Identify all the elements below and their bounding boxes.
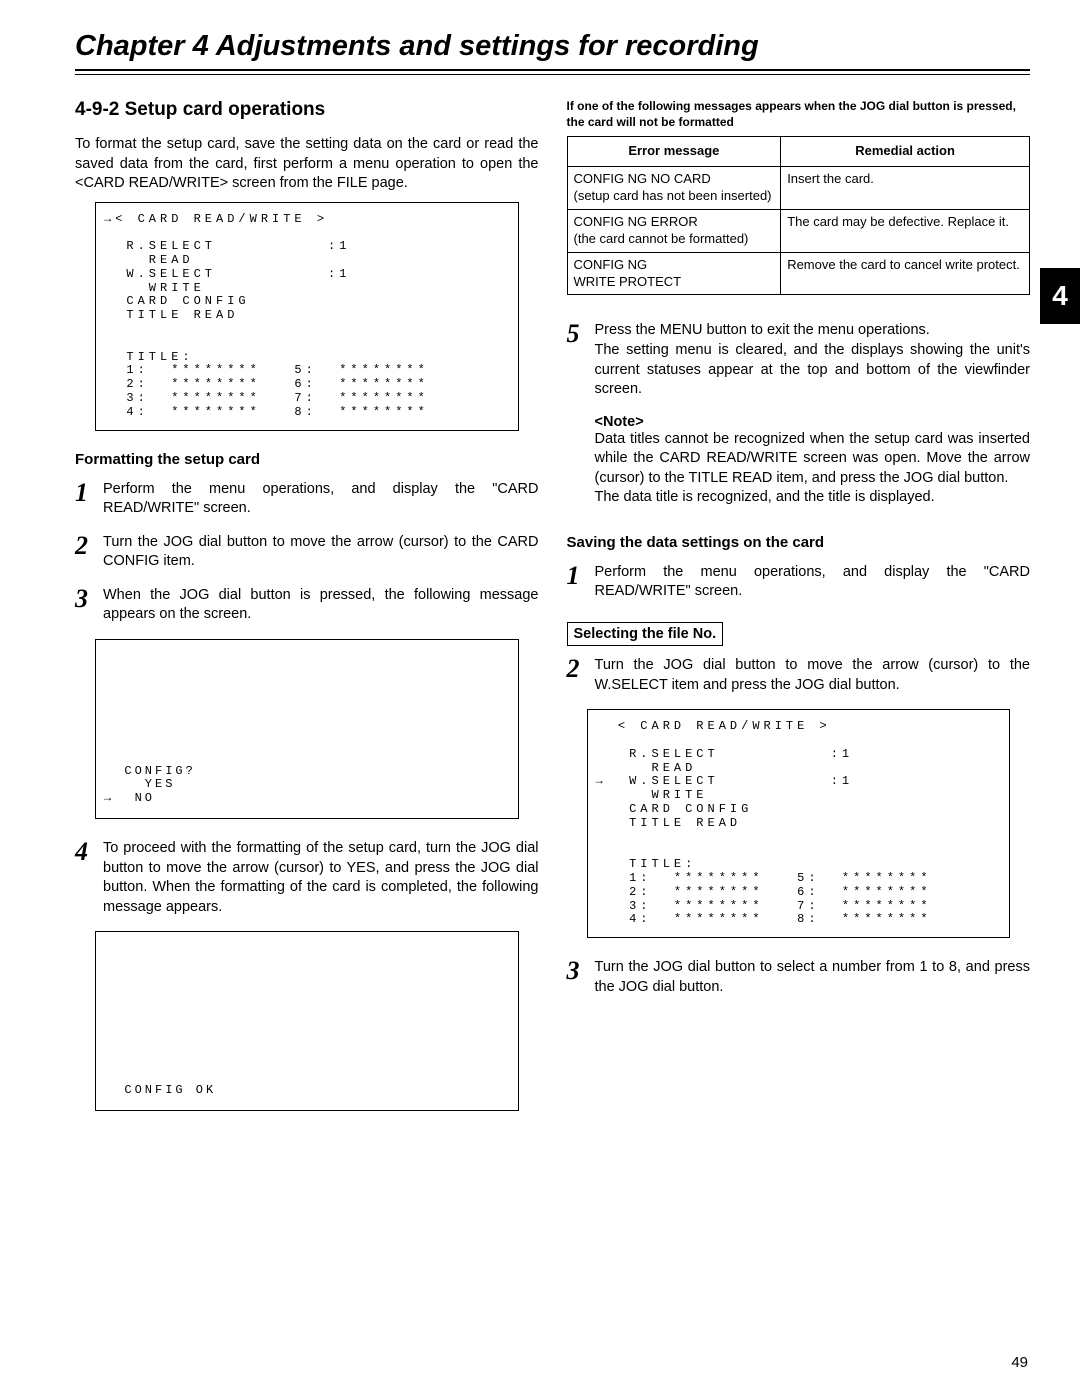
error-table: Error message Remedial action CONFIG NG … (567, 136, 1031, 295)
step-5-text: Press the MENU button to exit the menu o… (595, 321, 1031, 399)
table-row: CONFIG NG NO CARD (setup card has not be… (567, 167, 1030, 210)
boxed-selecting-file-no: Selecting the file No. (567, 622, 724, 646)
step-4-text: To proceed with the formatting of the se… (103, 839, 539, 917)
step-number-5: 5 (567, 321, 595, 347)
left-column: 4-9-2 Setup card operations To format th… (75, 99, 539, 1131)
step-3b-text: Turn the JOG dial button to select a num… (595, 958, 1031, 997)
page-number: 49 (1011, 1354, 1028, 1371)
step-1b-text: Perform the menu operations, and display… (595, 563, 1031, 602)
step-number-2: 2 (75, 533, 103, 559)
note-body: Data titles cannot be recognized when th… (595, 430, 1031, 508)
step-number-1: 1 (75, 480, 103, 506)
step-number-2b: 2 (567, 656, 595, 682)
sub-heading-formatting: Formatting the setup card (75, 451, 539, 468)
screen-config-ok: CONFIG OK (95, 931, 519, 1111)
screen-config-prompt: CONFIG? YES → NO (95, 639, 519, 819)
step-number-4: 4 (75, 839, 103, 865)
step-2-text: Turn the JOG dial button to move the arr… (103, 533, 539, 572)
step-number-3b: 3 (567, 958, 595, 984)
step-1-text: Perform the menu operations, and display… (103, 480, 539, 519)
chapter-tab: 4 (1040, 268, 1080, 324)
error-action-cell: Remove the card to cancel write protect. (781, 252, 1030, 295)
title-underline (75, 69, 1030, 75)
step-number-3: 3 (75, 586, 103, 612)
error-intro: If one of the following messages appears… (567, 99, 1031, 130)
step-3-text: When the JOG dial button is pressed, the… (103, 586, 539, 625)
sub-heading-saving: Saving the data settings on the card (567, 534, 1031, 551)
error-header-message: Error message (567, 137, 781, 167)
error-msg-cell: CONFIG NG NO CARD (setup card has not be… (567, 167, 781, 210)
error-header-action: Remedial action (781, 137, 1030, 167)
error-msg-cell: CONFIG NG WRITE PROTECT (567, 252, 781, 295)
intro-paragraph: To format the setup card, save the setti… (75, 135, 539, 194)
step-number-1b: 1 (567, 563, 595, 589)
error-msg-cell: CONFIG NG ERROR (the card cannot be form… (567, 209, 781, 252)
section-heading: 4-9-2 Setup card operations (75, 99, 539, 121)
table-row: CONFIG NG WRITE PROTECT Remove the card … (567, 252, 1030, 295)
right-column: If one of the following messages appears… (567, 99, 1031, 1131)
error-action-cell: Insert the card. (781, 167, 1030, 210)
step-2b-text: Turn the JOG dial button to move the arr… (595, 656, 1031, 695)
table-row: CONFIG NG ERROR (the card cannot be form… (567, 209, 1030, 252)
note-label: <Note> (595, 414, 1031, 430)
chapter-title: Chapter 4 Adjustments and settings for r… (75, 30, 1030, 69)
screen-w-select: < CARD READ/WRITE > R.SELECT :1 READ → W… (587, 709, 1011, 938)
error-action-cell: The card may be defective. Replace it. (781, 209, 1030, 252)
screen-card-read-write-main: →< CARD READ/WRITE > R.SELECT :1 READ W.… (95, 202, 519, 431)
